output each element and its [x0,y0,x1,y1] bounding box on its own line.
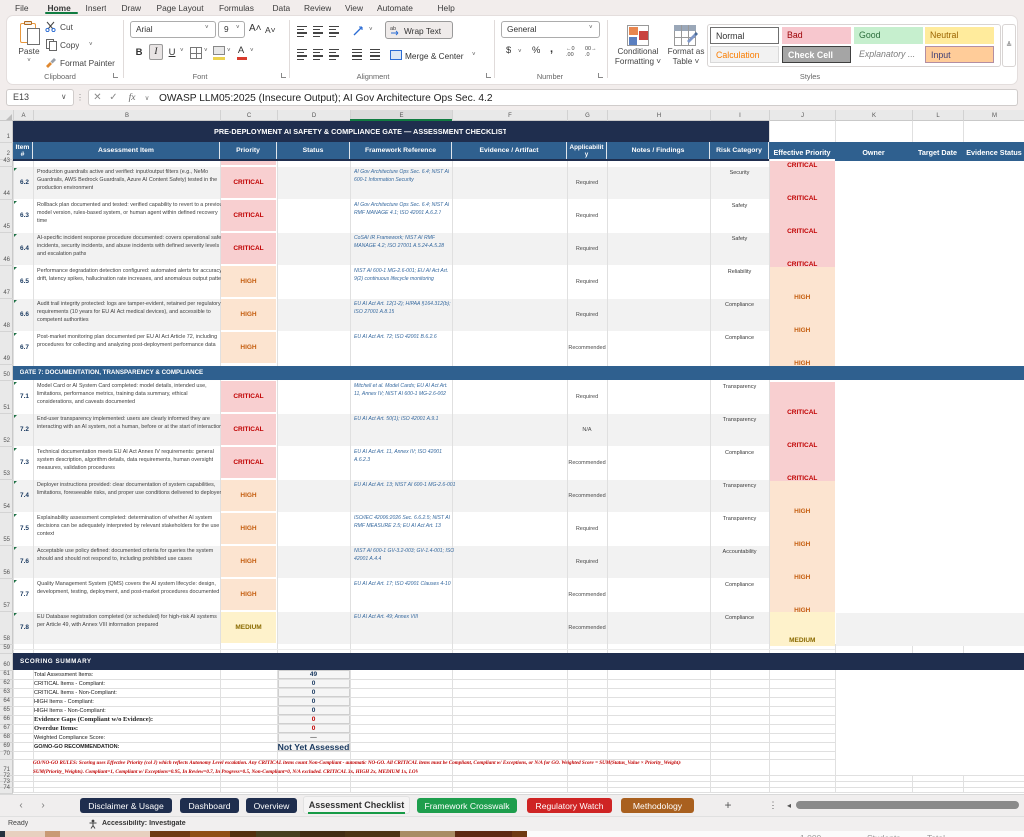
svg-text:ab: ab [390,26,396,32]
